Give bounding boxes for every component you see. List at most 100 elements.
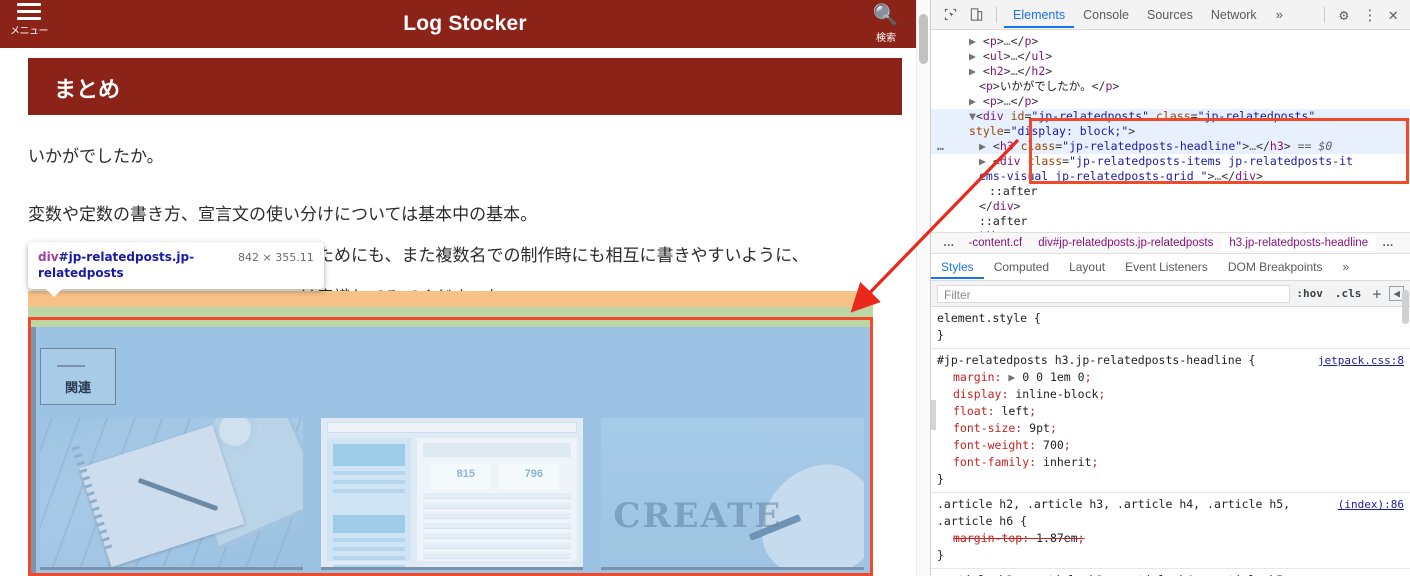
related-post-item[interactable]: 815 796 【GA】クエリパラメーターとアンカー [320,418,584,573]
highlight-content-box: 関連 【GAS入門】Google Apps Scriptと [28,317,873,576]
breadcrumb-item[interactable]: … [1376,235,1400,251]
tab-console[interactable]: Console [1074,2,1138,28]
dom-tree-line[interactable]: ems-visual jp-relatedposts-grid ">…</div… [931,169,1410,184]
dom-breadcrumb: … -content.cf div#jp-relatedposts.jp-relat… [931,232,1410,254]
breadcrumb-item[interactable]: h3.jp-relatedposts-headline [1221,235,1377,251]
tooltip-class-wrap: osts [95,266,124,281]
style-property[interactable]: margin: ▶ 0 0 1em 0; [937,369,1410,386]
dom-tree-line[interactable]: ▼<div id="jp-relatedposts" class="jp-rel… [931,109,1410,124]
dom-tree[interactable]: ▶ <p>…</p> ▶ <ul>…</ul> ▶ <h2>…</h2> <p>いかが… [931,30,1410,232]
tooltip-dimensions: 842 × 355.11 [238,251,314,264]
breadcrumb-item[interactable]: div#jp-relatedposts.jp-relatedposts [1030,235,1221,251]
new-style-rule-icon[interactable]: + [1367,285,1386,303]
style-rule[interactable]: (index):86.article h2, .article h3, .art… [931,493,1410,569]
menu-label: メニュー [10,26,49,37]
style-rule[interactable]: element.style {} [931,307,1410,349]
related-post-thumbnail-analytics-table[interactable]: 815 796 [320,418,584,570]
dom-tree-line[interactable]: style="display: block;"> [931,124,1410,139]
dom-tree-line[interactable]: ▶ <div class="jp-relatedposts-items jp-r… [931,154,1410,169]
inspect-element-icon[interactable] [937,3,963,27]
tooltip-id: #jp-relatedposts [58,250,172,264]
related-post-thumbnail-create-pencil[interactable]: CREATE [601,418,865,570]
dom-tree-line[interactable]: ▶ <ul>…</ul> [931,49,1410,64]
headline-rule [57,365,85,367]
style-rule[interactable]: (index):86.article h2, .article h3, .art… [931,569,1410,576]
tooltip-tag: div [38,250,59,264]
breadcrumb-item[interactable]: … [937,235,961,251]
style-rule-close-brace: } [937,472,944,486]
tab-elements[interactable]: Elements [1004,2,1074,28]
devtools-toolbar: Elements Console Sources Network » ⚙ ⋮ ✕ [931,0,1410,30]
article-heading-matome: まとめ [28,58,902,115]
device-toolbar-icon[interactable] [963,3,989,27]
tab-sources[interactable]: Sources [1138,2,1202,28]
style-property[interactable]: font-size: 9pt; [937,420,1410,437]
style-property[interactable]: float: left; [937,403,1410,420]
style-rule-source[interactable]: (index):86 [1338,496,1404,513]
style-rule-selector-cont: .article h6 { [937,514,1028,528]
devtools-toolbar-right: ⚙ ⋮ ✕ [1317,5,1404,24]
page-scrollbar[interactable] [916,0,930,576]
dom-tree-line[interactable]: ▶ <p>…</p> [931,34,1410,49]
style-rule[interactable]: jetpack.css:8 #jp-relatedposts h3.jp-rela… [931,349,1410,493]
hamburger-menu-button[interactable]: メニュー [6,3,52,37]
search-icon: 🔍 [872,4,900,27]
styles-filter-input[interactable]: Filter [937,284,1291,303]
style-property[interactable]: font-weight: 700; [937,437,1410,454]
related-post-item[interactable]: 【GAS入門】Google Apps Scriptと [40,418,303,573]
dom-tree-line[interactable]: ::after [931,214,1410,229]
styles-pane-scrollbar-thumb[interactable] [1402,290,1409,324]
more-tabs-chevron-icon[interactable]: » [1266,7,1293,22]
styles-more-tabs-icon[interactable]: » [1333,255,1360,279]
highlight-inner-padding-strip [31,320,870,327]
styles-pane-scrollbar[interactable] [1401,290,1410,400]
search-button[interactable]: 🔍 検索 [858,4,914,44]
highlight-margin-box [28,291,873,307]
toolbar-divider [1324,6,1326,23]
dom-tree-line[interactable]: <p>いかがでしたか。</p> [931,79,1410,94]
dom-tree-line[interactable]: ::after [931,184,1410,199]
dom-tree-line[interactable]: ▶ <h2>…</h2> [931,64,1410,79]
style-property[interactable]: display: inline-block; [937,386,1410,403]
dom-tree-line[interactable]: </div> [931,229,1410,232]
tab-styles[interactable]: Styles [931,255,984,279]
kebab-menu-icon[interactable]: ⋮ [1355,6,1384,24]
style-rule-close-brace: } [937,548,944,562]
dom-tree-line[interactable]: </div> [931,199,1410,214]
article-paragraph-2: 変数や定数の書き方、宣言文の使い分けについては基本中の基本。 [28,204,538,225]
styles-filter-row: Filter :hov .cls + ◀ [931,281,1410,307]
tab-network[interactable]: Network [1202,2,1266,28]
hov-toggle[interactable]: :hov [1290,287,1329,300]
dom-tree-line[interactable]: ▶ <p>…</p> [931,94,1410,109]
close-icon[interactable]: ✕ [1384,5,1404,24]
related-post-item[interactable]: CREATE 【GAS入門】読み込むスプレッドシー [601,418,865,573]
style-property[interactable]: margin-top: 1.87em; [937,530,1410,547]
tooltip-selector: div#jp-relatedposts.jp-relatedposts [38,249,224,281]
style-rule-close-brace: } [937,328,944,342]
styles-rules-list[interactable]: element.style {} jetpack.css:8 #jp-related… [931,307,1410,576]
related-posts-headline-text: 関連 [64,381,91,396]
site-title: Log Stocker [403,12,527,35]
highlight-padding-box [28,307,873,317]
toolbar-divider [996,6,997,23]
style-rule-selector[interactable]: element.style { [937,310,1410,327]
gear-icon[interactable]: ⚙ [1332,6,1355,24]
related-post-thumbnail-desk-notebook[interactable] [40,418,303,570]
related-posts-headline: 関連 [40,348,116,405]
search-label: 検索 [876,33,896,44]
style-property[interactable]: font-family: inherit; [937,454,1410,471]
page-scrollbar-thumb[interactable] [919,14,928,64]
hamburger-icon [6,3,52,20]
tab-dom-breakpoints[interactable]: DOM Breakpoints [1218,255,1333,279]
style-rule-source[interactable]: (index):86 [1338,572,1404,576]
style-rule-source[interactable]: jetpack.css:8 [1318,352,1404,369]
cls-toggle[interactable]: .cls [1329,287,1368,300]
tab-computed[interactable]: Computed [984,255,1059,279]
tab-event-listeners[interactable]: Event Listeners [1115,255,1218,279]
breadcrumb-item[interactable]: -content.cf [961,235,1031,251]
related-posts-grid: 【GAS入門】Google Apps Scriptと [40,418,865,573]
dom-tree-line[interactable]: … ▶ <h3 class="jp-relatedposts-headline">… [931,139,1410,154]
inspector-node-tooltip: div#jp-relatedposts.jp-relatedposts 842 … [28,242,324,298]
dom-tree-scrollbar-thumb[interactable] [931,400,936,430]
tab-layout[interactable]: Layout [1059,255,1115,279]
